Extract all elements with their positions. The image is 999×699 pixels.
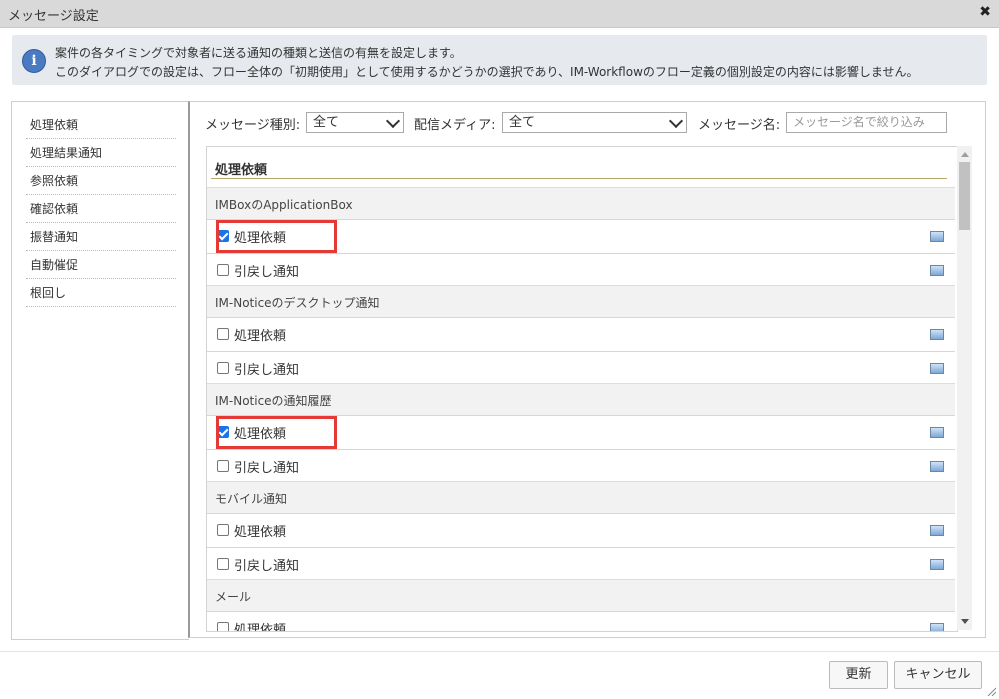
delivery-media-value: 全て (509, 115, 536, 130)
info-text-line1: 案件の各タイミングで対象者に送る通知の種類と送信の有無を設定します。 (55, 46, 462, 60)
list-item[interactable]: 処理依頼 (207, 415, 955, 449)
info-text-line2: このダイアログでの設定は、フロー全体の「初期使用」として使用するかどうかの選択で… (55, 65, 919, 79)
close-icon[interactable]: ✖ (979, 4, 991, 20)
footer-divider (0, 651, 999, 652)
list-item[interactable]: 処理依頼 (207, 219, 955, 253)
image-icon[interactable] (930, 329, 944, 340)
group-title: IMBoxのApplicationBox (215, 198, 353, 212)
section-title: 処理依頼 (215, 163, 268, 178)
list-item[interactable]: 引戻し通知 (207, 351, 955, 385)
resize-grip-icon[interactable] (986, 686, 996, 696)
list-item-label: 引戻し通知 (234, 265, 300, 280)
message-type-select[interactable]: 全て (306, 112, 404, 133)
list-item[interactable]: 処理依頼 (207, 317, 955, 351)
sidebar-item-processing-request[interactable]: 処理依頼 (26, 112, 176, 139)
delivery-media-label: 配信メディア: (414, 118, 496, 133)
image-icon[interactable] (930, 525, 944, 536)
list-item[interactable]: 引戻し通知 (207, 449, 955, 483)
list-item-label: 処理依頼 (234, 525, 287, 540)
group-header: メール (207, 579, 955, 612)
image-icon[interactable] (930, 559, 944, 570)
sidebar-item-confirm-request[interactable]: 確認依頼 (26, 196, 176, 223)
list-item[interactable]: 処理依頼 (207, 513, 955, 547)
delivery-media-select[interactable]: 全て (502, 112, 687, 133)
scroll-up-icon[interactable] (961, 152, 969, 157)
list-item-label: 引戻し通知 (234, 559, 300, 574)
message-type-label: メッセージ種別: (205, 118, 301, 133)
dialog-titlebar: メッセージ設定 ✖ (0, 0, 999, 28)
checkbox[interactable] (217, 558, 229, 570)
section-header: 処理依頼 (207, 147, 955, 188)
checkbox[interactable] (217, 524, 229, 536)
cancel-button[interactable]: キャンセル (894, 661, 982, 689)
list-item-label: 引戻し通知 (234, 461, 300, 476)
dialog-title: メッセージ設定 (8, 9, 99, 24)
group-title: IM-Noticeの通知履歴 (215, 394, 332, 408)
group-header: モバイル通知 (207, 481, 955, 514)
list-item[interactable]: 処理依頼 (207, 611, 955, 632)
message-name-placeholder: メッセージ名で絞り込み (793, 115, 925, 129)
chevron-down-icon (668, 113, 684, 129)
chevron-down-icon (385, 113, 401, 129)
image-icon[interactable] (930, 427, 944, 438)
group-header: IM-Noticeのデスクトップ通知 (207, 285, 955, 318)
list-item[interactable]: 引戻し通知 (207, 253, 955, 287)
image-icon[interactable] (930, 363, 944, 374)
group-title: モバイル通知 (215, 492, 288, 506)
image-icon[interactable] (930, 623, 944, 631)
list-item-label: 処理依頼 (234, 623, 287, 632)
sidebar-item-nemawashi[interactable]: 根回し (26, 280, 176, 307)
filter-bar: メッセージ種別: 全て 配信メディア: 全て メッセージ名: メッセージ名で絞り… (205, 112, 965, 134)
message-name-input[interactable]: メッセージ名で絞り込み (786, 112, 947, 133)
main-panel: メッセージ種別: 全て 配信メディア: 全て メッセージ名: メッセージ名で絞り… (188, 101, 986, 638)
update-button[interactable]: 更新 (829, 661, 888, 689)
scroll-thumb[interactable] (959, 162, 970, 230)
image-icon[interactable] (930, 265, 944, 276)
checkbox[interactable] (217, 362, 229, 374)
sidebar-item-result-notice[interactable]: 処理結果通知 (26, 140, 176, 167)
sidebar-item-reference-request[interactable]: 参照依頼 (26, 168, 176, 195)
message-name-label: メッセージ名: (698, 118, 781, 133)
section-underline (211, 178, 947, 179)
list-item-label: 引戻し通知 (234, 363, 300, 378)
scroll-down-icon[interactable] (961, 619, 969, 624)
sidebar-item-transfer-notice[interactable]: 振替通知 (26, 224, 176, 251)
sidebar-item-auto-reminder[interactable]: 自動催促 (26, 252, 176, 279)
info-icon: i (22, 49, 46, 73)
message-type-value: 全て (313, 115, 340, 130)
group-title: IM-Noticeのデスクトップ通知 (215, 296, 380, 310)
group-header: IM-Noticeの通知履歴 (207, 383, 955, 416)
image-icon[interactable] (930, 231, 944, 242)
message-list: 処理依頼 IMBoxのApplicationBox 処理依頼 引戻し通知 IM-… (206, 146, 958, 632)
group-title: メール (215, 590, 252, 604)
highlight-box (216, 220, 337, 253)
checkbox[interactable] (217, 622, 229, 631)
checkbox[interactable] (217, 264, 229, 276)
checkbox[interactable] (217, 328, 229, 340)
group-header: IMBoxのApplicationBox (207, 187, 955, 220)
sidebar-nav: 処理依頼 処理結果通知 参照依頼 確認依頼 振替通知 自動催促 根回し (11, 101, 189, 640)
list-item[interactable]: 引戻し通知 (207, 547, 955, 581)
info-banner: i 案件の各タイミングで対象者に送る通知の種類と送信の有無を設定します。 このダ… (12, 35, 987, 85)
image-icon[interactable] (930, 461, 944, 472)
checkbox[interactable] (217, 460, 229, 472)
highlight-box (216, 416, 337, 449)
list-item-label: 処理依頼 (234, 329, 287, 344)
list-scrollbar[interactable] (957, 146, 972, 630)
